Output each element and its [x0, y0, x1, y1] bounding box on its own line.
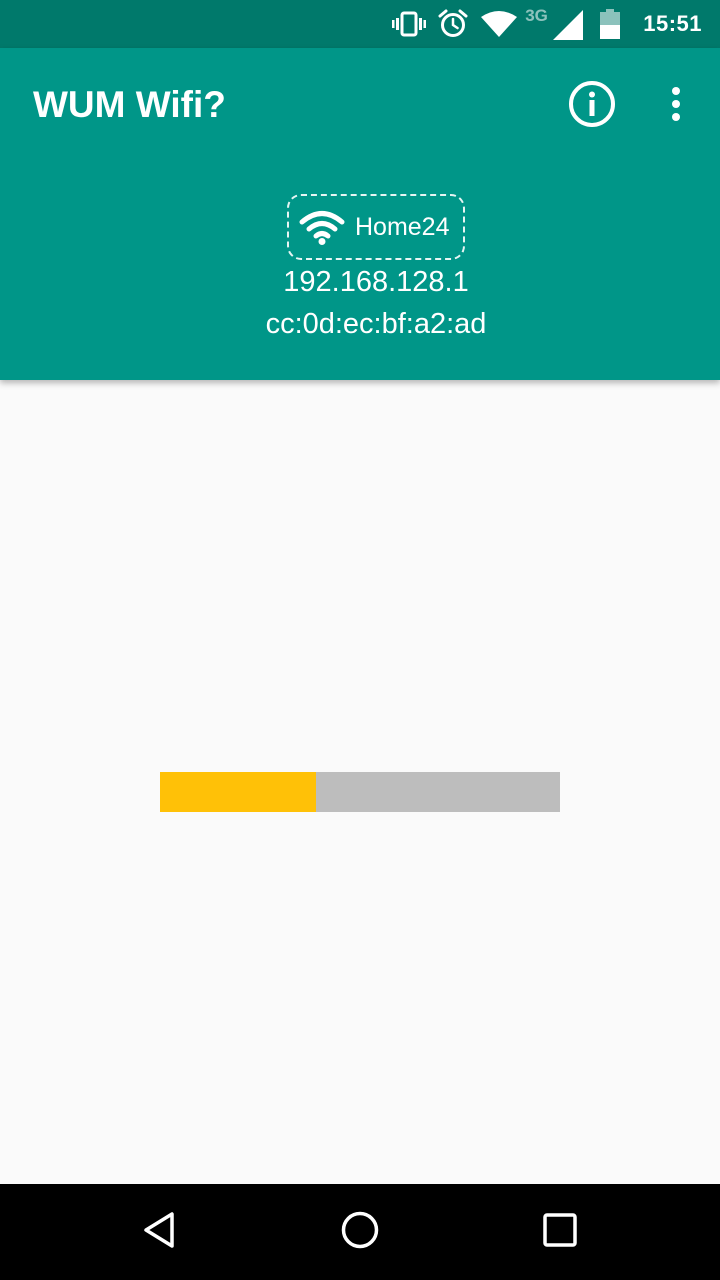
battery-icon: [595, 0, 625, 48]
overflow-menu-button[interactable]: [652, 80, 700, 132]
info-icon: [568, 80, 616, 133]
info-button[interactable]: [566, 80, 618, 132]
more-vert-icon: [671, 86, 681, 127]
network-type-label: 3G: [525, 6, 548, 25]
vibrate-icon: [389, 0, 429, 48]
status-bar: 3G 15:51: [0, 0, 720, 48]
mac-address: cc:0d:ec:bf:a2:ad: [265, 308, 487, 340]
navigation-bar: [0, 1184, 720, 1280]
cellular-signal-icon: 3G: [523, 0, 587, 48]
wifi-icon: [479, 0, 519, 48]
ip-address: 192.168.128.1: [283, 266, 469, 298]
app-title: WUM Wifi?: [33, 84, 226, 125]
recents-icon: [542, 1212, 578, 1253]
recents-button[interactable]: [512, 1184, 608, 1280]
back-button[interactable]: [112, 1184, 208, 1280]
home-button[interactable]: [312, 1184, 408, 1280]
network-ssid: Home24: [355, 212, 450, 241]
wifi-icon: [297, 209, 347, 245]
progress-fill: [160, 772, 316, 812]
status-time: 15:51: [643, 11, 702, 36]
app-bar: WUM Wifi? Home24 192.168.128.1 cc:0d:ec:…: [0, 48, 720, 380]
alarm-icon: [433, 0, 473, 48]
network-chip[interactable]: Home24: [287, 194, 465, 260]
home-icon: [340, 1210, 380, 1255]
progress-bar: [160, 772, 560, 812]
back-icon: [140, 1210, 180, 1255]
